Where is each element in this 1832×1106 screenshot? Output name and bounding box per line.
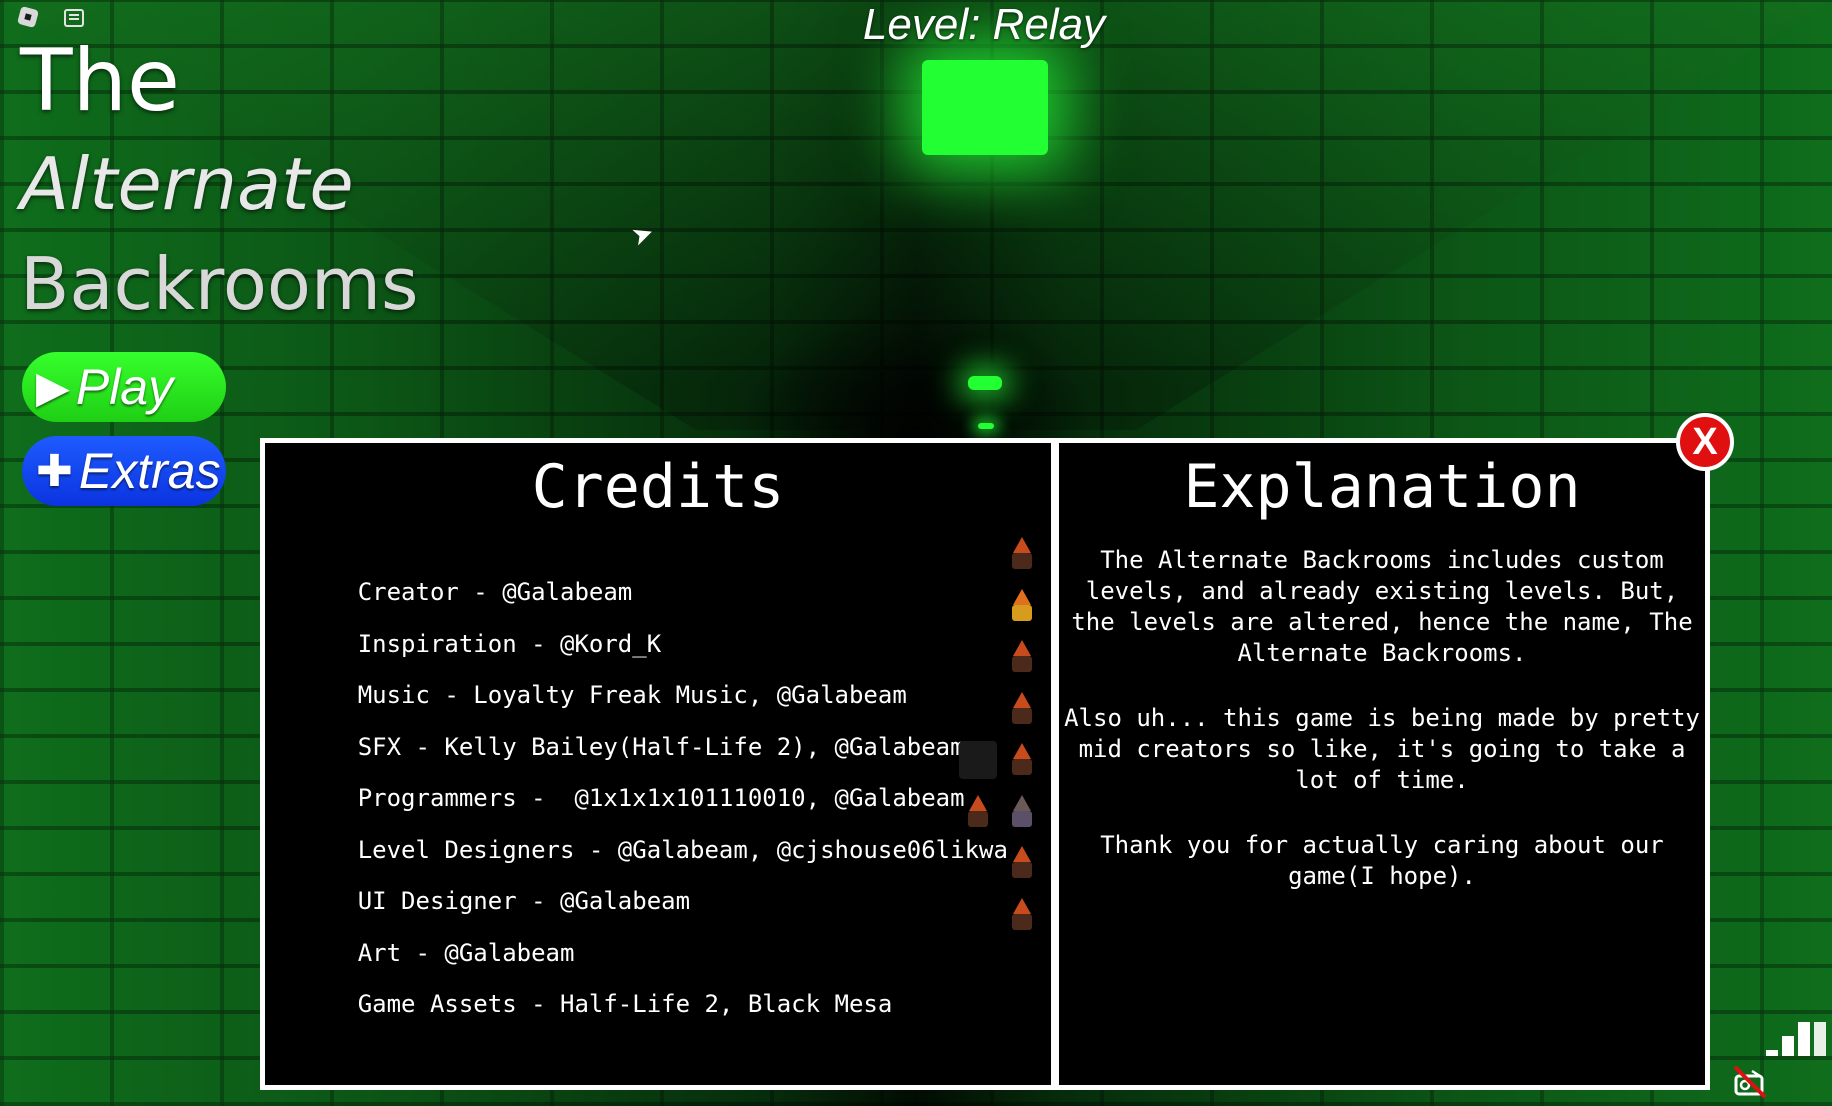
avatar-icon [1003, 638, 1041, 676]
credit-row: Game Assets - Half-Life 2, Black Mesa [271, 947, 1045, 1018]
credit-row: Creator - @Galabeam [271, 535, 1045, 606]
extras-button-label: Extras [78, 443, 221, 499]
avatar-icon [1003, 587, 1041, 625]
ceiling-light-farthest [978, 423, 994, 429]
avatar-icon [1003, 690, 1041, 728]
close-button[interactable]: X [1676, 413, 1734, 471]
credit-row: Level Designers - @Galabeam, @cjshouse06… [271, 793, 1045, 864]
play-button-label: Play [75, 359, 174, 415]
credit-row: Inspiration - @Kord_K [271, 587, 1045, 658]
avatar-icon [959, 741, 997, 779]
play-icon: ▶ [36, 362, 70, 412]
credits-heading: Credits [531, 452, 785, 522]
credits-panel: Credits Creator - @Galabeam Inspiration … [260, 438, 1056, 1090]
explanation-paragraph: Thank you for actually caring about our … [1100, 831, 1664, 890]
title-line-2: Alternate [20, 142, 354, 226]
explanation-body: The Alternate Backrooms includes custom … [1059, 545, 1705, 892]
explanation-paragraph: Also uh... this game is being made by pr… [1064, 704, 1700, 794]
signal-icon [1766, 1022, 1826, 1056]
credits-list: Creator - @Galabeam Inspiration - @Kord_… [271, 535, 1045, 1018]
avatar-icon [1003, 896, 1041, 934]
avatar-icon [959, 793, 997, 831]
explanation-paragraph: The Alternate Backrooms includes custom … [1071, 546, 1693, 667]
credit-row: SFX - Kelly Bailey(Half-Life 2), @Galabe… [271, 690, 1045, 761]
title-line-1: The [20, 31, 180, 131]
title-line-3: Backrooms [20, 242, 419, 326]
plus-icon: ✚ [36, 446, 73, 496]
credit-row: Programmers - @1x1x1x101110010, @Galabea… [271, 741, 1045, 812]
avatar-icon [1003, 741, 1041, 779]
explanation-panel: Explanation The Alternate Backrooms incl… [1054, 438, 1710, 1090]
credit-row: UI Designer - @Galabeam [271, 844, 1045, 915]
muted-radio-icon[interactable] [1732, 1064, 1768, 1100]
ceiling-light [922, 60, 1048, 155]
ceiling-light-far [968, 376, 1002, 390]
avatar-icon [1003, 535, 1041, 573]
extras-button[interactable]: ✚ Extras [22, 436, 226, 506]
credit-text: Game Assets - Half-Life 2, Black Mesa [357, 990, 893, 1018]
credit-row: Music - Loyalty Freak Music, @Galabeam [271, 638, 1045, 709]
explanation-heading: Explanation [1183, 452, 1581, 522]
avatar-icon [1003, 793, 1041, 831]
play-button[interactable]: ▶ Play [22, 352, 226, 422]
credit-row: Art - @Galabeam [271, 896, 1045, 967]
game-title: The Alternate Backrooms [20, 38, 419, 334]
avatar-icon [1003, 844, 1041, 882]
